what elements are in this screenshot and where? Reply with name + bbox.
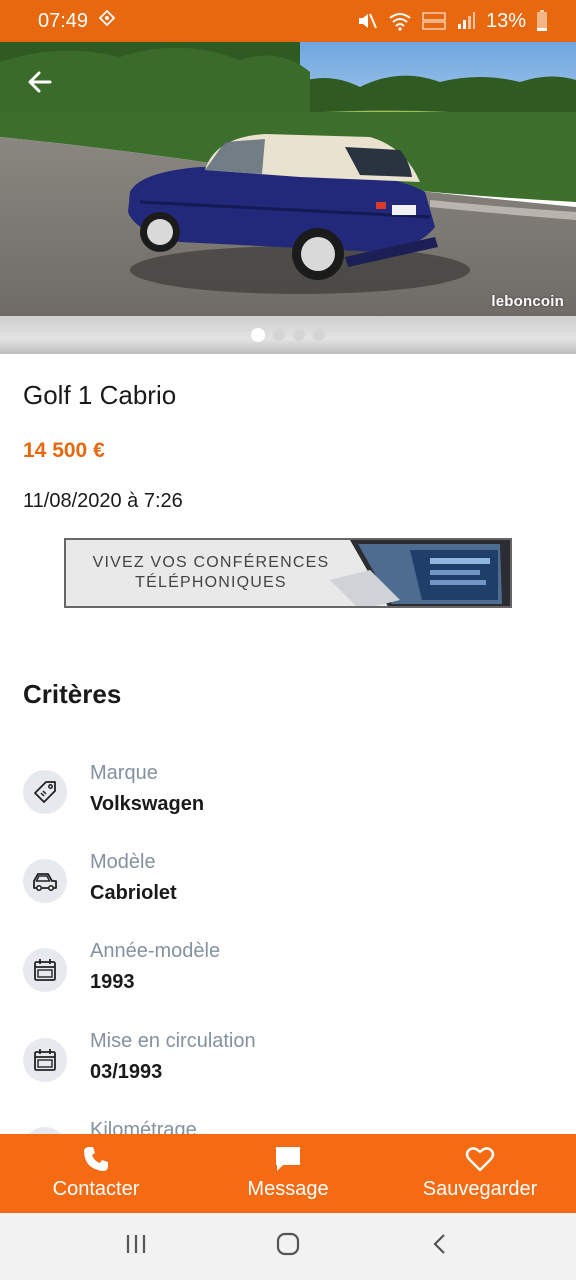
listing-photo[interactable]: leboncoin xyxy=(0,42,576,316)
heart-icon xyxy=(465,1147,495,1172)
car-icon xyxy=(23,859,67,903)
pager-dot[interactable] xyxy=(293,329,305,341)
pager-dot[interactable] xyxy=(251,328,265,342)
listing-price: 14 500 € xyxy=(23,439,105,462)
pager-dot[interactable] xyxy=(273,329,285,341)
signal-icon xyxy=(456,11,476,31)
listing-date: 11/08/2020 à 7:26 xyxy=(23,490,183,512)
criteria-item-registration: Mise en circulation 03/1993 xyxy=(0,1030,576,1100)
listing-title: Golf 1 Cabrio xyxy=(23,380,177,410)
action-bar: Contacter Message Sauvegarder xyxy=(0,1134,576,1213)
criteria-label: Mise en circulation xyxy=(90,1030,256,1052)
calendar-icon xyxy=(23,1038,67,1082)
criteria-value: 1993 xyxy=(90,971,135,993)
notification-icon xyxy=(98,9,116,33)
ad-text-line1: VIVEZ VOS CONFÉRENCES xyxy=(92,554,330,571)
criteria-value: 03/1993 xyxy=(90,1061,163,1083)
criteria-label: Marque xyxy=(90,762,158,784)
calendar-icon xyxy=(23,948,67,992)
message-label: Message xyxy=(247,1178,329,1200)
contact-label: Contacter xyxy=(52,1178,140,1200)
ad-banner[interactable]: VIVEZ VOS CONFÉRENCES TÉLÉPHONIQUES xyxy=(64,538,512,608)
ad-text-line2: TÉLÉPHONIQUES xyxy=(135,574,287,591)
back-nav-button[interactable] xyxy=(428,1232,452,1261)
home-icon xyxy=(276,1232,300,1256)
ad-image xyxy=(330,540,510,606)
chat-icon xyxy=(276,1147,300,1171)
watermark: leboncoin xyxy=(491,293,564,310)
arrow-left-icon xyxy=(28,71,52,93)
criteria-item-model-year: Année-modèle 1993 xyxy=(0,940,576,1010)
recent-apps-button[interactable] xyxy=(124,1232,148,1261)
tag-icon xyxy=(23,770,67,814)
phone-icon xyxy=(84,1147,108,1171)
battery-icon xyxy=(536,10,548,32)
mute-icon xyxy=(356,11,378,31)
status-time: 07:49 xyxy=(38,9,89,32)
pager-dot[interactable] xyxy=(313,329,325,341)
system-nav-bar xyxy=(0,1213,576,1280)
back-button[interactable] xyxy=(22,64,58,100)
save-label: Sauvegarder xyxy=(422,1178,538,1200)
criteria-item-model: Modèle Cabriolet xyxy=(0,851,576,921)
criteria-label: Modèle xyxy=(90,851,156,873)
criteria-title: Critères xyxy=(23,679,122,709)
status-bar: 07:49 13% xyxy=(0,0,576,42)
car-photo xyxy=(0,42,576,316)
home-button[interactable] xyxy=(275,1231,301,1262)
criteria-item-brand: Marque Volkswagen xyxy=(0,762,576,832)
photo-pager[interactable] xyxy=(0,316,576,354)
criteria-value: Volkswagen xyxy=(90,793,205,815)
wifi-icon xyxy=(388,11,412,31)
battery-percent: 13% xyxy=(485,9,526,32)
contact-button[interactable]: Contacter xyxy=(0,1134,192,1213)
volte-icon xyxy=(422,11,446,31)
chevron-left-icon xyxy=(433,1234,446,1254)
recent-apps-icon xyxy=(126,1235,145,1253)
message-button[interactable]: Message xyxy=(192,1134,384,1213)
save-button[interactable]: Sauvegarder xyxy=(384,1134,576,1213)
criteria-value: Cabriolet xyxy=(90,882,177,904)
criteria-label: Année-modèle xyxy=(90,940,221,962)
